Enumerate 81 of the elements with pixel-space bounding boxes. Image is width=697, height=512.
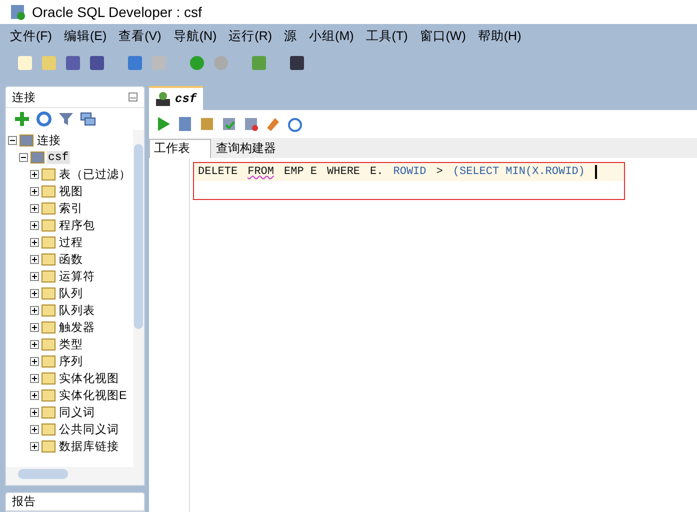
tree-item[interactable]: 队列	[58, 286, 84, 301]
tree-item[interactable]: csf	[47, 151, 70, 164]
eraser-icon[interactable]	[265, 116, 281, 132]
expand-toggle-icon[interactable]	[30, 255, 39, 264]
menu-item[interactable]: 文件(F)	[10, 28, 52, 44]
collapse-toggle-icon[interactable]	[19, 153, 28, 162]
folder-icon	[41, 253, 56, 266]
folder-icon	[41, 321, 56, 334]
folder-icon	[41, 389, 56, 402]
folder-icon	[41, 304, 56, 317]
expand-toggle-icon[interactable]	[30, 357, 39, 366]
tree-item[interactable]: 队列表	[58, 303, 96, 318]
tree-item[interactable]: 数据库链接	[58, 439, 120, 454]
tree-item[interactable]: 连接	[36, 133, 62, 148]
editor-subtab[interactable]: 工作表	[149, 139, 211, 158]
tree-item[interactable]: 函数	[58, 252, 84, 267]
expand-toggle-icon[interactable]	[30, 170, 39, 179]
panel-title: 报告	[12, 494, 36, 509]
folder-icon	[41, 270, 56, 283]
tree-item[interactable]: 触发器	[58, 320, 96, 335]
expand-toggle-icon[interactable]	[30, 323, 39, 332]
collapse-icon[interactable]	[80, 111, 96, 127]
expand-toggle-icon[interactable]	[30, 272, 39, 281]
folder-icon	[41, 406, 56, 419]
folder-icon	[41, 185, 56, 198]
folder-icon	[41, 202, 56, 215]
add-icon[interactable]	[14, 111, 30, 127]
folder-icon	[41, 168, 56, 181]
tree-item[interactable]: 过程	[58, 235, 84, 250]
editor-tab[interactable]: csf	[149, 86, 203, 110]
folder-icon	[41, 440, 56, 453]
scrollbar[interactable]	[133, 130, 144, 467]
menu-item[interactable]: 工具(T)	[366, 28, 408, 44]
tree-item[interactable]: 同义词	[58, 405, 96, 420]
run-icon[interactable]	[155, 116, 171, 132]
folder-icon	[41, 338, 56, 351]
menu-item[interactable]: 导航(N)	[173, 28, 217, 44]
menu-item[interactable]: 查看(V)	[118, 28, 162, 44]
tree-item[interactable]: 类型	[58, 337, 84, 352]
menu-item[interactable]: 源	[284, 28, 298, 44]
expand-toggle-icon[interactable]	[30, 289, 39, 298]
menu-item[interactable]: 小组(M)	[309, 28, 354, 44]
expand-toggle-icon[interactable]	[30, 221, 39, 230]
tree-item[interactable]: 索引	[58, 201, 84, 216]
expand-toggle-icon[interactable]	[30, 238, 39, 247]
folder-icon	[41, 423, 56, 436]
folder-icon	[41, 236, 56, 249]
scrollbar[interactable]	[6, 467, 144, 485]
app-icon	[10, 4, 26, 20]
commit-icon[interactable]	[221, 116, 237, 132]
expand-toggle-icon[interactable]	[30, 204, 39, 213]
tree-item[interactable]: 公共同义词	[58, 422, 120, 437]
expand-toggle-icon[interactable]	[30, 391, 39, 400]
expand-toggle-icon[interactable]	[30, 187, 39, 196]
folder-icon	[41, 219, 56, 232]
filter-icon[interactable]	[58, 111, 74, 127]
tree-item[interactable]: 程序包	[58, 218, 96, 233]
tree-item[interactable]: 运算符	[58, 269, 96, 284]
expand-toggle-icon[interactable]	[30, 408, 39, 417]
tree-item[interactable]: 表（已过滤）	[58, 167, 132, 182]
menu-item[interactable]: 帮助(H)	[478, 28, 522, 44]
menu-item[interactable]: 窗口(W)	[420, 28, 466, 44]
collapse-toggle-icon[interactable]	[8, 136, 17, 145]
expand-toggle-icon[interactable]	[30, 425, 39, 434]
expand-toggle-icon[interactable]	[30, 442, 39, 451]
tree-item[interactable]: 实体化视图	[58, 371, 120, 386]
window-title: Oracle SQL Developer : csf	[32, 4, 202, 20]
menu-item[interactable]: 运行(R)	[228, 28, 272, 44]
menu-item[interactable]: 编辑(E)	[64, 28, 107, 44]
editor-subtab[interactable]: 查询构建器	[211, 139, 297, 158]
folder-icon	[41, 287, 56, 300]
expand-toggle-icon[interactable]	[30, 374, 39, 383]
expand-toggle-icon[interactable]	[30, 306, 39, 315]
folder-icon	[41, 372, 56, 385]
folder-icon	[41, 355, 56, 368]
tree-item[interactable]: 视图	[58, 184, 84, 199]
tree-item[interactable]: 实体化视图E	[58, 388, 128, 403]
expand-toggle-icon[interactable]	[30, 340, 39, 349]
tree-item[interactable]: 序列	[58, 354, 84, 369]
minimize-icon[interactable]	[128, 92, 138, 102]
panel-title: 连接	[12, 90, 36, 104]
